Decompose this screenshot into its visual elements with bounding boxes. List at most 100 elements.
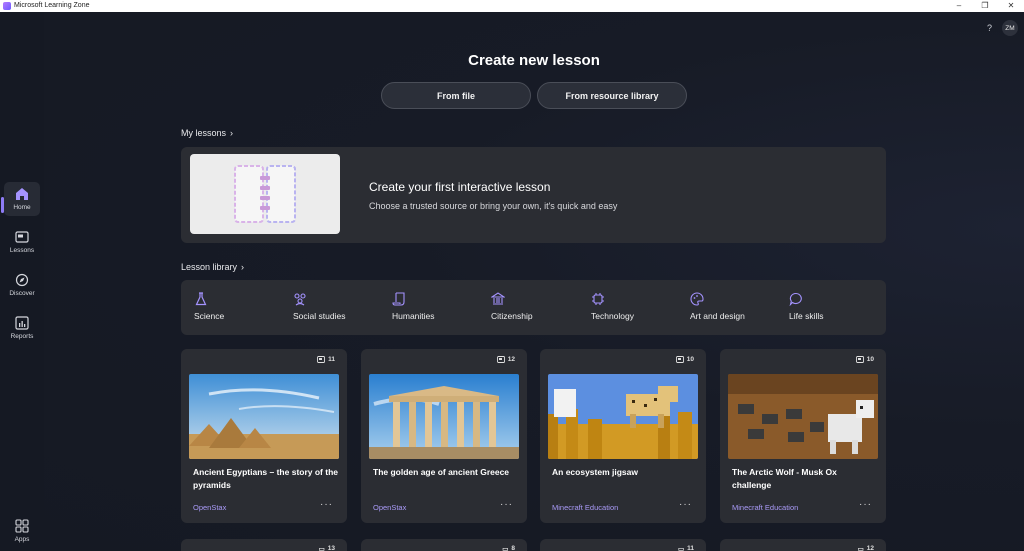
slide-count: ▭ 12	[857, 545, 874, 551]
category-life-skills[interactable]: Life skills	[789, 292, 823, 321]
lesson-card-egyptians[interactable]: 11 Ancient Egyptians – the story of the …	[181, 349, 347, 523]
scroll-icon	[392, 292, 406, 306]
lesson-library-label: Lesson library	[181, 262, 238, 272]
card-subtitle: Choose a trusted source or bring your ow…	[369, 201, 618, 211]
slides-icon: ▭	[318, 546, 325, 551]
sidebar-item-apps[interactable]: Apps	[4, 514, 40, 548]
lesson-thumbnail	[548, 374, 698, 459]
lessons-icon	[14, 230, 30, 244]
lesson-source-link[interactable]: Minecraft Education	[552, 503, 618, 512]
minimize-button[interactable]: –	[946, 0, 972, 12]
category-label: Citizenship	[491, 311, 533, 321]
more-options-button[interactable]: ···	[679, 499, 692, 510]
more-options-button[interactable]: ···	[500, 499, 513, 510]
avatar[interactable]: ZM	[1002, 20, 1018, 36]
lesson-source-link[interactable]: Minecraft Education	[732, 503, 798, 512]
lesson-title: The Arctic Wolf - Musk Ox challenge	[732, 467, 837, 490]
sidebar-item-label: Reports	[10, 333, 34, 340]
lesson-thumbnail	[728, 374, 878, 459]
lesson-card-peek[interactable]: ▭ 11	[540, 539, 706, 551]
category-citizenship[interactable]: Citizenship	[490, 292, 533, 321]
lesson-title: Ancient Egyptians – the story of the pyr…	[193, 467, 338, 490]
lesson-card-greece[interactable]: 12 The golden age of ancient Greece Open…	[361, 349, 527, 523]
lesson-library-link[interactable]: Lesson library ›	[181, 262, 244, 272]
lesson-source-link[interactable]: OpenStax	[373, 503, 406, 512]
chat-icon	[789, 292, 803, 307]
maximize-button[interactable]: ❐	[972, 0, 998, 12]
flask-icon	[194, 292, 208, 306]
palette-icon	[690, 292, 704, 306]
lesson-title: An ecosystem jigsaw	[552, 467, 638, 477]
lesson-card-arctic-wolf[interactable]: 10 The Arctic Wolf - Musk Ox challenge M…	[720, 349, 886, 523]
chip-icon	[591, 292, 605, 306]
category-social-studies[interactable]: Social studies	[293, 292, 345, 321]
lesson-illustration	[190, 154, 340, 234]
sidebar-item-label: Home	[13, 204, 31, 211]
category-bar: Science Social studies Humanities Citize…	[181, 280, 886, 335]
sidebar-item-label: Lessons	[9, 247, 35, 254]
slide-count: ▭ 11	[677, 545, 694, 551]
sidebar-item-home[interactable]: Home	[4, 182, 40, 216]
discover-icon	[14, 273, 30, 287]
sidebar: Home Lessons Discover Reports Apps	[0, 12, 44, 551]
slide-count: ▭ 13	[318, 545, 335, 551]
lesson-card-ecosystem[interactable]: 10 An ecosystem jigsaw Minecraft Educati…	[540, 349, 706, 523]
more-options-button[interactable]: ···	[320, 499, 333, 510]
create-first-lesson-card[interactable]: Create your first interactive lesson Cho…	[181, 147, 886, 243]
app-logo-icon	[3, 2, 11, 10]
slide-count: 12	[496, 356, 515, 363]
sidebar-item-discover[interactable]: Discover	[4, 268, 40, 302]
slides-icon	[855, 356, 864, 363]
building-icon	[490, 292, 506, 306]
sidebar-item-label: Discover	[9, 290, 35, 297]
category-science[interactable]: Science	[194, 292, 224, 321]
lesson-thumbnail	[189, 374, 339, 459]
category-technology[interactable]: Technology	[591, 292, 634, 321]
category-label: Technology	[591, 311, 635, 321]
category-label: Science	[194, 311, 225, 321]
slides-icon: ▭	[502, 546, 509, 551]
slides-icon	[675, 356, 684, 363]
sidebar-item-label: Apps	[14, 536, 30, 543]
chevron-right-icon: ›	[230, 128, 234, 138]
card-title: Create your first interactive lesson	[369, 180, 551, 194]
lesson-card-peek[interactable]: ▭ 8	[361, 539, 527, 551]
chevron-right-icon: ›	[241, 262, 245, 272]
slide-count: ▭ 8	[502, 545, 515, 551]
reports-icon	[14, 316, 30, 330]
lesson-card-peek[interactable]: ▭ 12	[720, 539, 886, 551]
window-title: Microsoft Learning Zone	[14, 2, 90, 9]
slide-count: 10	[855, 356, 874, 363]
slide-count: 10	[675, 356, 694, 363]
main-content: ? ZM Create new lesson From file From re…	[44, 12, 1024, 551]
page-title: Create new lesson	[468, 52, 600, 69]
from-file-button[interactable]: From file	[381, 82, 531, 109]
slide-count: 11	[317, 356, 335, 363]
lesson-card-peek[interactable]: ▭ 13	[181, 539, 347, 551]
slides-icon: ▭	[677, 546, 685, 551]
people-icon	[293, 292, 307, 306]
my-lessons-link[interactable]: My lessons ›	[181, 128, 233, 138]
slides-icon: ▭	[857, 546, 864, 551]
sidebar-item-reports[interactable]: Reports	[4, 311, 40, 345]
lesson-source-link[interactable]: OpenStax	[193, 503, 226, 512]
category-label: Art and design	[690, 311, 745, 321]
close-button[interactable]: ✕	[998, 0, 1024, 12]
category-art-and-design[interactable]: Art and design	[690, 292, 745, 321]
my-lessons-label: My lessons	[181, 128, 227, 138]
lesson-thumbnail	[369, 374, 519, 459]
apps-icon	[14, 519, 30, 533]
home-icon	[14, 187, 30, 201]
window-title-bar: Microsoft Learning Zone – ❐ ✕	[0, 0, 1024, 12]
sidebar-item-lessons[interactable]: Lessons	[4, 225, 40, 259]
category-label: Social studies	[293, 311, 346, 321]
from-resource-library-button[interactable]: From resource library	[537, 82, 687, 109]
help-icon[interactable]: ?	[987, 23, 992, 33]
slides-icon	[496, 356, 505, 363]
category-label: Humanities	[392, 311, 435, 321]
category-humanities[interactable]: Humanities	[392, 292, 435, 321]
category-label: Life skills	[789, 311, 824, 321]
more-options-button[interactable]: ···	[859, 499, 872, 510]
lesson-title: The golden age of ancient Greece	[373, 467, 510, 477]
slides-icon	[317, 356, 326, 363]
